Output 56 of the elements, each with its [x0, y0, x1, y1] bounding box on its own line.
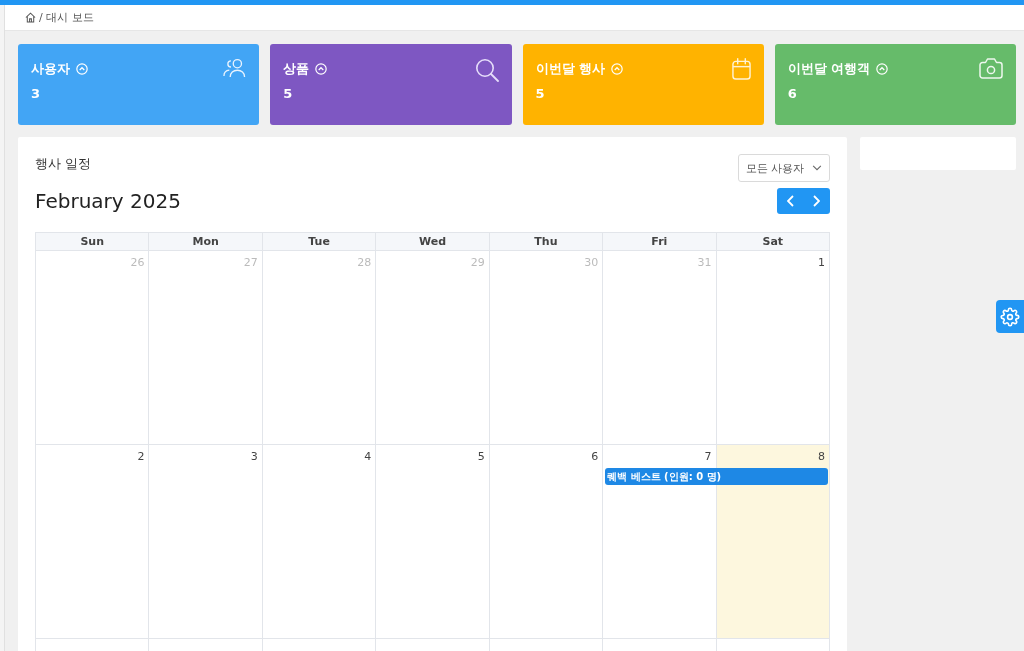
- weekday-header: Wed: [376, 233, 490, 251]
- calendar-icon: [731, 58, 751, 80]
- day-number: 7: [704, 450, 712, 464]
- weekday-header: Fri: [603, 233, 717, 251]
- weekday-header: Mon: [149, 233, 263, 251]
- day-number: 5: [477, 450, 485, 464]
- day-number: 8: [818, 450, 825, 464]
- camera-icon: [979, 58, 1003, 79]
- day-cell[interactable]: 1: [716, 251, 830, 445]
- day-number: 30: [584, 256, 599, 270]
- day-number: 28: [357, 256, 372, 270]
- settings-icon: [1000, 306, 1020, 327]
- day-number: 31: [697, 256, 712, 270]
- day-number: 3: [250, 450, 258, 464]
- chevron-up-circle-icon: [876, 63, 889, 75]
- weekday-header: Thu: [489, 233, 604, 251]
- day-cell[interactable]: 6: [489, 445, 604, 639]
- next-month-button[interactable]: [803, 188, 830, 214]
- settings-button[interactable]: [996, 300, 1024, 333]
- month-title: February 2025: [35, 189, 181, 213]
- user-filter-dropdown[interactable]: 모든 사용자: [738, 154, 830, 182]
- card-value: 3: [31, 85, 41, 103]
- card-title: 이번달 행사: [535, 60, 606, 78]
- home-icon[interactable]: [25, 12, 36, 23]
- day-number: 2: [137, 450, 145, 464]
- chevron-up-circle-icon: [76, 63, 88, 75]
- breadcrumb-text: / 대시 보드: [39, 10, 94, 25]
- panel-title: 행사 일정: [35, 155, 92, 173]
- weekday-header: Sun: [36, 233, 150, 251]
- day-number: 26: [130, 256, 145, 270]
- chevron-down-icon: [812, 165, 822, 171]
- card-title: 사용자: [31, 60, 70, 78]
- chevron-up-circle-icon: [315, 63, 328, 75]
- card-title: 이번달 여행객: [787, 60, 871, 78]
- day-number: 27: [243, 256, 258, 270]
- day-number: 1: [818, 256, 825, 270]
- chevron-right-icon: [813, 195, 821, 207]
- chevron-up-circle-icon: [611, 63, 624, 75]
- day-number: 4: [364, 450, 372, 464]
- weekday-header: Sat: [716, 233, 830, 251]
- card-value: 5: [535, 85, 545, 103]
- card-title: 상품: [283, 60, 310, 78]
- users-icon: [223, 58, 247, 78]
- weekday-header: Tue: [262, 233, 377, 251]
- search-icon: [474, 58, 499, 82]
- day-cell[interactable]: 4: [262, 445, 377, 639]
- day-cell[interactable]: 5: [376, 445, 490, 639]
- day-cell[interactable]: 2: [36, 445, 150, 639]
- day-number: 29: [470, 256, 485, 270]
- day-number: 6: [591, 450, 599, 464]
- card-value: 6: [787, 85, 797, 103]
- previous-month-button[interactable]: [777, 188, 804, 214]
- calendar-event[interactable]: 퀘백 베스트 (인원: 0 명): [605, 468, 828, 485]
- card-value: 5: [283, 85, 293, 103]
- day-cell[interactable]: 3: [149, 445, 263, 639]
- chevron-left-icon: [786, 195, 794, 207]
